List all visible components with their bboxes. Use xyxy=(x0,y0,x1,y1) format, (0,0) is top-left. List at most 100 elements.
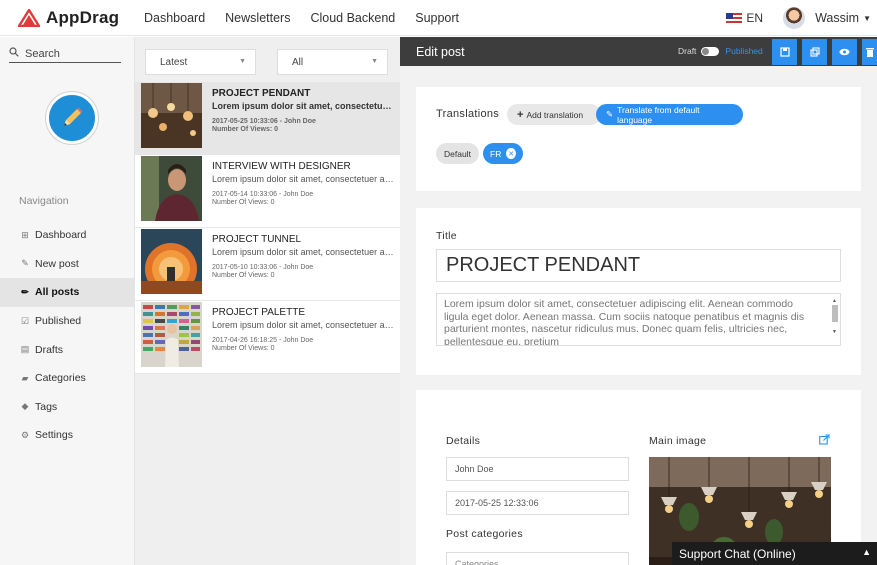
description-text: Lorem ipsum dolor sit amet, consectetuer… xyxy=(444,298,805,346)
language-selector[interactable]: EN xyxy=(746,11,763,25)
sidebar-item-published[interactable]: ☑ Published xyxy=(0,307,135,336)
post-meta: 2017-05-14 10:33:06 - John Doe xyxy=(212,191,314,198)
nav-right: EN Wassim ▼ xyxy=(726,0,871,36)
lang-fr-chip[interactable]: FR ✕ xyxy=(483,143,523,164)
post-meta: 2017-05-25 10:33:06 - John Doe xyxy=(212,118,316,125)
tag-icon: ◆ xyxy=(21,401,29,412)
list-item[interactable]: PROJECT PALETTE Lorem ipsum dolor sit am… xyxy=(135,301,400,374)
post-thumbnail xyxy=(141,302,202,367)
scroll-thumb[interactable] xyxy=(832,305,838,322)
details-label: Details xyxy=(446,435,481,447)
editor-title: Edit post xyxy=(416,44,465,59)
plus-icon: + xyxy=(517,108,524,121)
category-select[interactable]: All ▼ xyxy=(277,49,388,75)
pencil-icon: ✎ xyxy=(606,109,614,119)
list-item[interactable]: PROJECT PENDANT Lorem ipsum dolor sit am… xyxy=(135,82,400,155)
scroll-down-icon[interactable]: ▼ xyxy=(832,326,837,339)
sidebar-item-all-posts[interactable]: ✏ All posts xyxy=(0,278,135,307)
sort-select[interactable]: Latest ▼ xyxy=(145,49,256,75)
post-title: PROJECT PENDANT xyxy=(212,88,311,99)
gear-icon: ⚙ xyxy=(20,429,30,440)
sidebar-item-dashboard[interactable]: ⊞ Dashboard xyxy=(0,221,135,250)
categories-field[interactable]: Categories xyxy=(446,552,629,565)
draft-label: Draft xyxy=(678,46,697,56)
chevron-down-icon[interactable]: ▼ xyxy=(863,14,871,23)
translations-label: Translations xyxy=(436,108,500,120)
copy-icon xyxy=(809,47,820,57)
post-thumbnail xyxy=(141,83,202,148)
support-chat-bar[interactable]: Support Chat (Online) ▲ xyxy=(672,542,877,565)
search-input[interactable]: Search xyxy=(9,45,121,63)
support-chat-label: Support Chat (Online) xyxy=(679,546,796,561)
sidebar-item-drafts[interactable]: ▤ Drafts xyxy=(0,335,135,364)
us-flag-icon[interactable] xyxy=(726,13,743,23)
duplicate-button[interactable] xyxy=(802,39,827,65)
translate-default-label: Translate from default language xyxy=(617,104,700,125)
post-views: Number Of Views: 0 xyxy=(212,126,279,133)
nav-heading: Navigation xyxy=(19,195,69,207)
chevron-down-icon: ▼ xyxy=(371,58,378,65)
brand[interactable]: AppDrag xyxy=(0,8,144,28)
sidebar-item-label: Drafts xyxy=(35,343,64,356)
nav-list: ⊞ Dashboard ✎ New post ✏ All posts ☑ Pub… xyxy=(0,221,135,450)
sidebar-item-label: All posts xyxy=(35,286,80,299)
textarea-scrollbar[interactable]: ▲ ▼ xyxy=(830,295,839,344)
menu-item-support[interactable]: Support xyxy=(415,11,459,25)
filters: Latest ▼ All ▼ xyxy=(135,37,400,80)
top-navbar: AppDrag Dashboard Newsletters Cloud Back… xyxy=(0,0,877,36)
post-thumbnail xyxy=(141,156,202,221)
list-item[interactable]: INTERVIEW WITH DESIGNER Lorem ipsum dolo… xyxy=(135,155,400,228)
sidebar-item-categories[interactable]: ▰ Categories xyxy=(0,364,135,393)
publish-toggle[interactable] xyxy=(701,46,720,56)
post-views: Number Of Views: 0 xyxy=(212,272,275,279)
sidebar-item-tags[interactable]: ◆ Tags xyxy=(0,393,135,422)
add-translation-button[interactable]: + Add translation xyxy=(507,104,601,125)
sidebar-item-label: Categories xyxy=(35,372,86,385)
post-list: PROJECT PENDANT Lorem ipsum dolor sit am… xyxy=(135,82,400,374)
post-title: PROJECT PALETTE xyxy=(212,307,305,318)
sidebar-item-label: Tags xyxy=(35,400,58,413)
title-input[interactable]: PROJECT PENDANT xyxy=(436,249,841,282)
lang-default-chip[interactable]: Default xyxy=(436,143,479,164)
external-link-icon[interactable] xyxy=(819,434,830,445)
menu-item-cloud-backend[interactable]: Cloud Backend xyxy=(310,11,395,25)
pencil-icon: ✏ xyxy=(21,286,29,297)
sidebar-item-new-post[interactable]: ✎ New post xyxy=(0,250,135,279)
menu-item-dashboard[interactable]: Dashboard xyxy=(144,11,205,25)
description-textarea[interactable]: Lorem ipsum dolor sit amet, consectetuer… xyxy=(436,293,841,346)
user-menu[interactable]: Wassim xyxy=(815,11,859,25)
file-icon: ▤ xyxy=(20,344,30,355)
category-select-value: All xyxy=(292,56,304,68)
delete-button[interactable] xyxy=(862,39,877,65)
avatar[interactable] xyxy=(783,7,806,29)
main-menu: Dashboard Newsletters Cloud Backend Supp… xyxy=(144,11,479,25)
close-icon[interactable]: ✕ xyxy=(506,148,516,159)
editor-panel: Edit post Draft Published Translations +… xyxy=(400,37,877,565)
published-label: Published xyxy=(725,46,763,56)
appdrag-logo-icon xyxy=(18,8,40,27)
edit-icon: ✎ xyxy=(21,258,29,269)
list-item[interactable]: PROJECT TUNNEL Lorem ipsum dolor sit ame… xyxy=(135,228,400,301)
post-meta: 2017-04-26 16:18:25 - John Doe xyxy=(212,337,314,344)
lang-default-label: Default xyxy=(444,148,471,159)
save-button[interactable] xyxy=(772,39,797,65)
post-info: PROJECT PALETTE Lorem ipsum dolor sit am… xyxy=(212,302,395,352)
sidebar-item-settings[interactable]: ⚙ Settings xyxy=(0,421,135,450)
date-field[interactable]: 2017-05-25 12:33:06 xyxy=(446,491,629,515)
post-title: INTERVIEW WITH DESIGNER xyxy=(212,161,351,172)
eye-icon xyxy=(839,48,850,56)
sidebar: Search Navigation ⊞ Dashboard ✎ New post… xyxy=(0,37,135,565)
author-field[interactable]: John Doe xyxy=(446,457,629,481)
publish-status: Draft Published xyxy=(678,46,763,56)
chevron-up-icon[interactable]: ▲ xyxy=(862,547,871,557)
menu-item-newsletters[interactable]: Newsletters xyxy=(225,11,290,25)
chevron-down-icon: ▼ xyxy=(239,58,246,65)
title-label: Title xyxy=(436,230,457,242)
preview-button[interactable] xyxy=(832,39,857,65)
search-icon xyxy=(9,47,19,60)
sidebar-item-label: Settings xyxy=(35,429,73,442)
add-translation-label: Add translation xyxy=(526,109,584,120)
check-icon: ☑ xyxy=(20,315,30,326)
trash-icon xyxy=(865,48,874,57)
translate-default-button[interactable]: ✎ Translate from default language xyxy=(596,104,743,125)
